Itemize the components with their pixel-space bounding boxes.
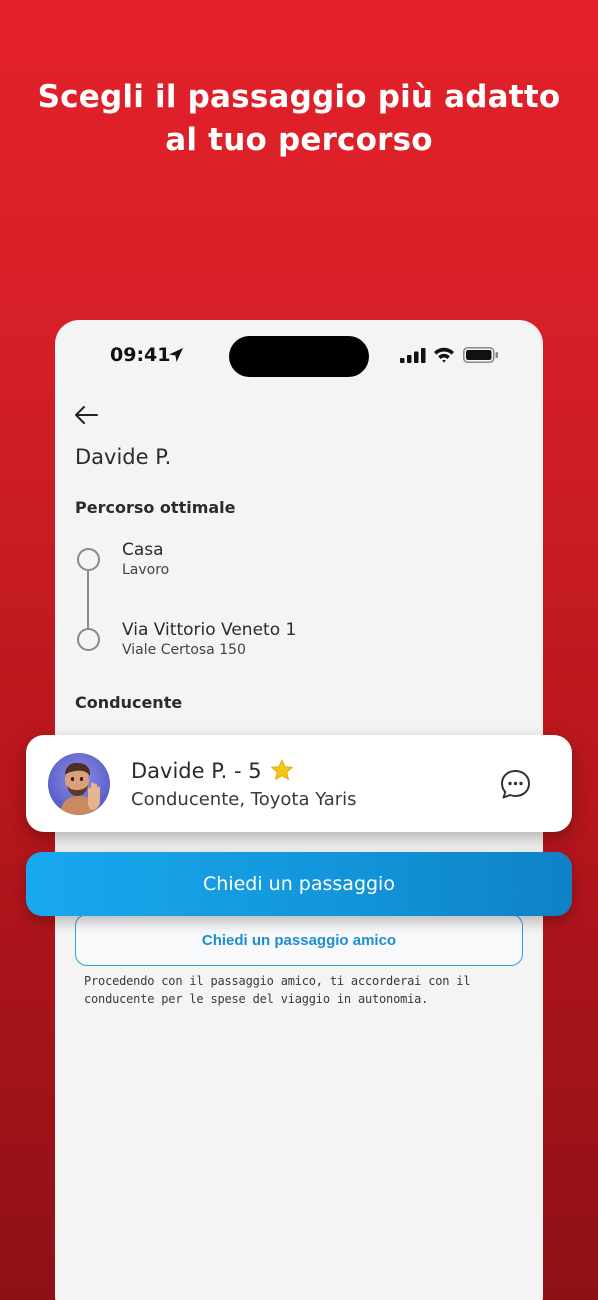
driver-name-rating: Davide P. - 5: [131, 759, 262, 783]
arrow-left-icon[interactable]: [73, 404, 99, 426]
driver-card[interactable]: Davide P. - 5 Conducente, Toyota Yaris: [26, 735, 572, 832]
signal-icon: [400, 348, 426, 363]
page-title: Davide P.: [75, 445, 172, 469]
ask-ride-button[interactable]: Chiedi un passaggio: [26, 852, 572, 916]
promo-headline: Scegli il passaggio più adatto al tuo pe…: [0, 76, 598, 162]
battery-icon: [463, 347, 498, 363]
stop-destination-label: Via Vittorio Veneto 1: [122, 620, 297, 640]
route-connector: [87, 571, 89, 628]
driver-vehicle: Conducente, Toyota Yaris: [131, 789, 357, 810]
friend-ride-disclaimer: Procedendo con il passaggio amico, ti ac…: [84, 974, 471, 1006]
route-end-marker: [77, 628, 100, 651]
route-start-marker: [77, 548, 100, 571]
star-icon: [271, 759, 293, 780]
memoji-avatar-icon: [60, 762, 100, 815]
status-time: 09:41: [110, 344, 171, 366]
driver-section-label: Conducente: [75, 693, 183, 712]
headline-line-2: al tuo percorso: [165, 122, 433, 158]
route-section-label: Percorso ottimale: [75, 498, 236, 517]
status-bar: 09:41: [55, 320, 543, 392]
ask-friend-ride-button[interactable]: Chiedi un passaggio amico: [75, 914, 523, 966]
stop-destination-sublabel: Viale Certosa 150: [122, 642, 246, 658]
wifi-icon: [434, 347, 454, 363]
headline-line-1: Scegli il passaggio più adatto: [37, 79, 561, 115]
chat-bubble-icon[interactable]: [499, 768, 532, 801]
stop-origin-sublabel: Lavoro: [122, 562, 170, 578]
stop-origin-label: Casa: [122, 540, 164, 560]
dynamic-island: [229, 336, 369, 377]
location-arrow-icon: [169, 348, 183, 362]
driver-avatar: [48, 753, 110, 815]
